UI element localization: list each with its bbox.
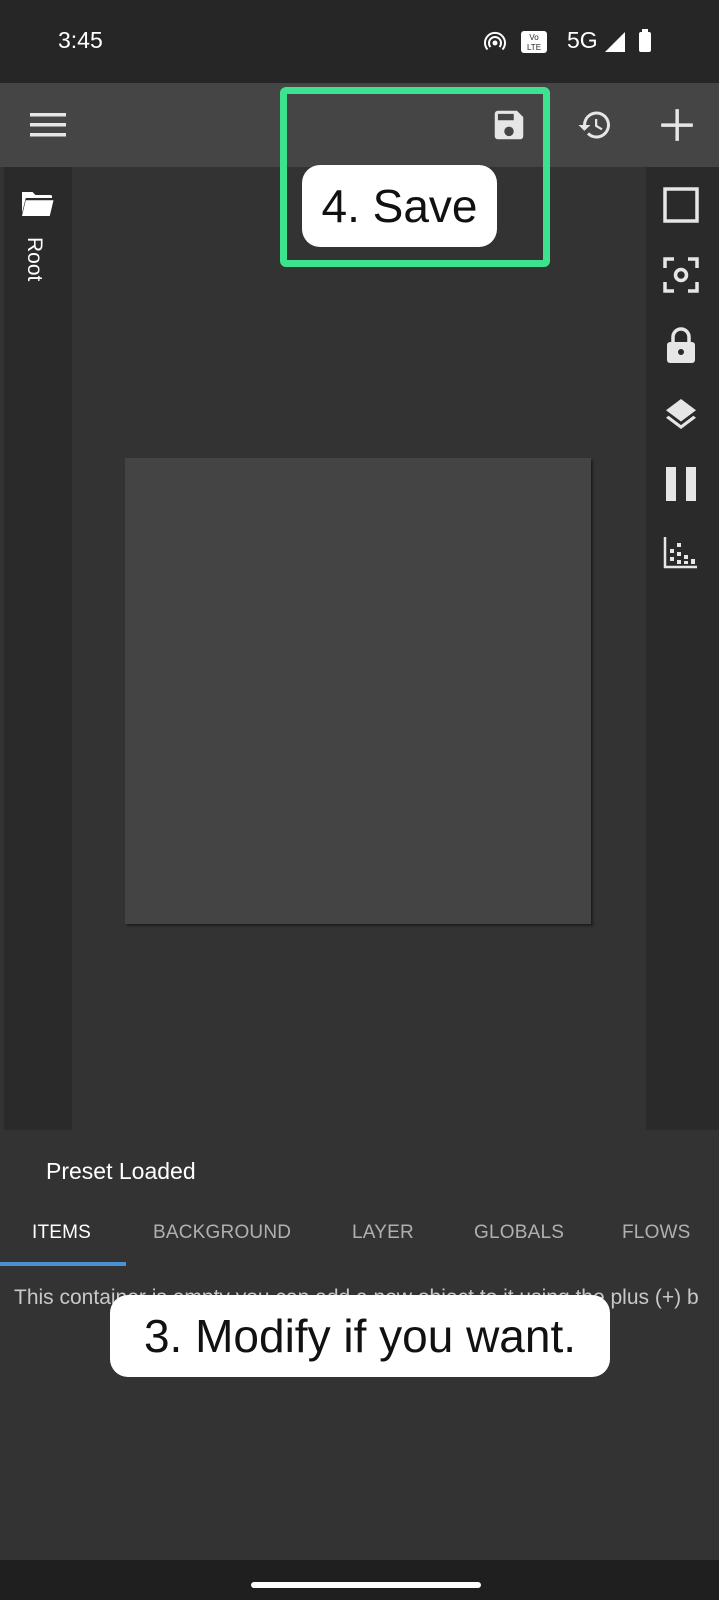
svg-text:Vo: Vo [529,33,539,42]
menu-icon [30,113,66,137]
menu-button[interactable] [20,97,76,153]
signal-icon [605,32,625,52]
layers-icon[interactable] [663,396,699,432]
modify-callout: 3. Modify if you want. [110,1295,610,1377]
preset-status: Preset Loaded [46,1158,196,1184]
history-icon [578,111,610,139]
folder-icon[interactable] [19,189,55,219]
hotspot-icon [484,31,506,51]
chart-icon[interactable] [663,535,699,569]
network-type: 5G [567,27,598,53]
tab-layer[interactable]: LAYER [352,1222,414,1266]
battery-icon [639,29,651,52]
lock-icon[interactable] [665,326,697,364]
tab-background[interactable]: BACKGROUND [153,1222,291,1266]
tab-bar: ITEMS BACKGROUND LAYER GLOBALS FLOWS [0,1222,719,1266]
home-gesture-handle[interactable] [251,1582,481,1588]
svg-text:LTE: LTE [527,43,541,52]
right-panel [646,167,719,1130]
left-panel [4,167,72,1130]
navigation-bar [0,1560,719,1600]
square-icon[interactable] [663,187,699,223]
pause-icon[interactable] [663,466,699,502]
canvas[interactable] [125,458,591,924]
add-button[interactable] [649,97,705,153]
active-tab-indicator [0,1262,126,1266]
save-callout: 4. Save [302,165,497,247]
tab-flows[interactable]: FLOWS [622,1222,691,1266]
focus-icon[interactable] [663,257,699,293]
root-folder-label[interactable]: Root [22,237,46,281]
add-icon [661,109,693,141]
history-button[interactable] [567,97,623,153]
tab-items[interactable]: ITEMS [32,1222,91,1266]
status-time: 3:45 [58,27,103,53]
volte-icon: Vo LTE [521,31,547,53]
tab-globals[interactable]: GLOBALS [474,1222,564,1266]
